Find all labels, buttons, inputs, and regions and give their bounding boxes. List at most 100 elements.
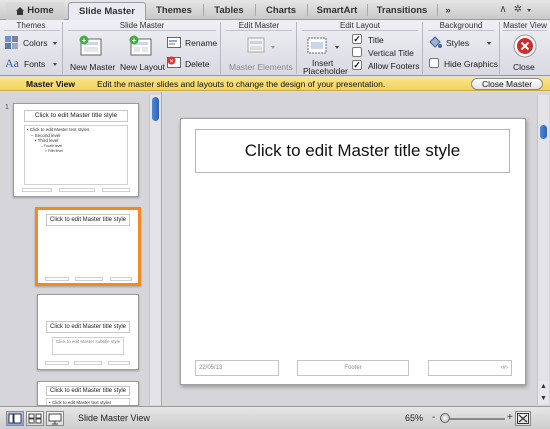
rename-icon: [167, 37, 181, 48]
delete-button[interactable]: × Delete: [167, 56, 219, 72]
thumbnail-footer: [45, 361, 69, 365]
tab-separator: [203, 4, 204, 16]
zoom-out-icon[interactable]: -: [432, 412, 435, 423]
normal-view-icon: [8, 413, 22, 424]
allow-footers-checkbox-label: Allow Footers: [368, 61, 420, 71]
slide-show-view-button[interactable]: [46, 411, 64, 426]
thumbnail-title: Click to edit Master title style: [46, 386, 130, 396]
master-view-infobar: Master View Edit the master slides and l…: [0, 77, 550, 91]
group-rule: [68, 30, 216, 31]
slide-sorter-icon: [28, 413, 42, 424]
close-master-view-button[interactable]: Close: [505, 33, 545, 73]
chevron-down-icon[interactable]: [527, 9, 531, 12]
group-title-themes: Themes: [16, 21, 46, 30]
colors-button[interactable]: Colors: [5, 35, 59, 51]
group-title-slide-master: Slide Master: [119, 21, 165, 30]
new-master-icon: +: [79, 35, 102, 56]
tab-slide-master[interactable]: Slide Master: [68, 2, 146, 20]
background-styles-button[interactable]: Styles: [428, 35, 494, 51]
thumbnail-subtitle: Click to edit Master subtitle style: [52, 337, 124, 355]
slide-sorter-view-button[interactable]: [26, 411, 44, 426]
close-icon: [513, 34, 537, 58]
group-separator: [220, 22, 221, 74]
close-master-button[interactable]: Close Master: [471, 78, 543, 90]
group-separator: [296, 22, 297, 74]
zoom-slider-knob[interactable]: [440, 413, 450, 423]
tab-separator: [437, 4, 438, 16]
colors-icon: [5, 36, 18, 49]
thumbnail-slide-master[interactable]: Click to edit Master title style • Click…: [13, 103, 139, 197]
thumbnail-body: • Click to edit Master text styles – Sec…: [23, 125, 129, 185]
chevron-down-icon: [335, 46, 339, 49]
svg-text:+: +: [82, 36, 87, 45]
group-separator: [62, 22, 63, 74]
presenter-icon: [48, 413, 62, 425]
scrollbar-thumb[interactable]: [152, 97, 159, 121]
master-elements-button[interactable]: Master Elements: [226, 33, 294, 73]
title-placeholder[interactable]: Click to edit Master title style: [195, 129, 510, 173]
thumbnail-footer: [74, 361, 102, 365]
slide-scrollbar[interactable]: ▲ ▼: [537, 95, 549, 405]
title-checkbox[interactable]: ✓: [352, 34, 362, 44]
scrollbar-thumb[interactable]: [540, 125, 547, 139]
home-icon: [16, 7, 25, 15]
thumbnail-title: Click to edit Master title style: [46, 321, 130, 333]
master-slide[interactable]: Click to edit Master title style 22/05/1…: [180, 118, 526, 385]
thumbnail-body: • Click to edit Master text styles: [46, 398, 130, 405]
thumbnail-layout-title-slide[interactable]: Click to edit Master title style Click t…: [37, 294, 139, 370]
tab-smartart[interactable]: SmartArt: [310, 2, 364, 20]
group-title-background: Background: [439, 21, 483, 30]
status-bar: Slide Master View 65% - +: [0, 406, 550, 429]
thumbnail-layout-title[interactable]: Click to edit Master title style: [35, 207, 141, 286]
fit-to-window-button[interactable]: [515, 411, 531, 426]
fonts-icon: Aa: [5, 56, 19, 70]
thumbnail-footer: [110, 277, 132, 281]
tab-separator: [367, 4, 368, 16]
fonts-button[interactable]: Aa Fonts: [5, 56, 59, 72]
scroll-up-arrow-icon[interactable]: ▲: [538, 381, 549, 392]
chevron-down-icon: [271, 46, 275, 49]
chevron-down-icon: [53, 63, 57, 66]
chevron-down-icon: [53, 42, 57, 45]
slide-number-placeholder[interactable]: ‹#›: [428, 360, 512, 376]
thumbnail-layout-title-content[interactable]: Click to edit Master title style • Click…: [37, 381, 139, 406]
ribbon-tab-bar: Home Slide Master Themes Tables Charts S…: [0, 0, 550, 20]
thumbnail-scrollbar[interactable]: [149, 95, 161, 405]
date-placeholder[interactable]: 22/05/13: [195, 360, 279, 376]
thumbnail-footer: [59, 188, 95, 192]
allow-footers-checkbox[interactable]: ✓: [352, 60, 362, 70]
group-title-master-view: Master View: [503, 21, 547, 30]
group-rule: [428, 30, 494, 31]
tab-home[interactable]: Home: [6, 2, 64, 20]
ribbon: Themes Slide Master Edit Master Edit Lay…: [0, 20, 550, 76]
zoom-level: 65%: [405, 413, 424, 423]
hide-graphics-checkbox[interactable]: [429, 58, 439, 68]
normal-view-button[interactable]: [6, 411, 24, 426]
rename-button[interactable]: Rename: [167, 35, 219, 51]
collapse-ribbon-icon[interactable]: ∧: [497, 3, 509, 16]
current-view-label: Slide Master View: [78, 413, 150, 423]
scroll-down-arrow-icon[interactable]: ▼: [538, 393, 549, 404]
zoom-in-icon[interactable]: +: [507, 412, 513, 423]
insert-placeholder-icon: [307, 37, 327, 54]
tab-transitions[interactable]: Transitions: [370, 2, 434, 20]
thumbnail-title: Click to edit Master title style: [46, 214, 130, 226]
infobar-message: Edit the master slides and layouts to ch…: [97, 79, 386, 89]
new-master-button[interactable]: + New Master: [68, 33, 115, 73]
infobar-label: Master View: [26, 79, 75, 89]
tab-tables[interactable]: Tables: [206, 2, 252, 20]
new-layout-icon: +: [129, 35, 152, 56]
tab-charts[interactable]: Charts: [258, 2, 304, 20]
thumbnail-footer: [45, 277, 69, 281]
vertical-title-checkbox[interactable]: [352, 47, 362, 57]
fit-window-icon: [517, 413, 529, 424]
insert-placeholder-button[interactable]: Insert Placeholder: [302, 33, 348, 76]
new-layout-button[interactable]: + New Layout: [117, 33, 165, 73]
thumbnail-title: Click to edit Master title style: [23, 110, 129, 122]
thumbnail-footer: [102, 188, 130, 192]
settings-gear-icon[interactable]: ✲: [512, 3, 524, 16]
tabs-overflow-button[interactable]: »: [441, 2, 455, 20]
thumbnail-footer: [108, 361, 130, 365]
tab-themes[interactable]: Themes: [148, 2, 200, 20]
footer-placeholder[interactable]: Footer: [297, 360, 409, 376]
